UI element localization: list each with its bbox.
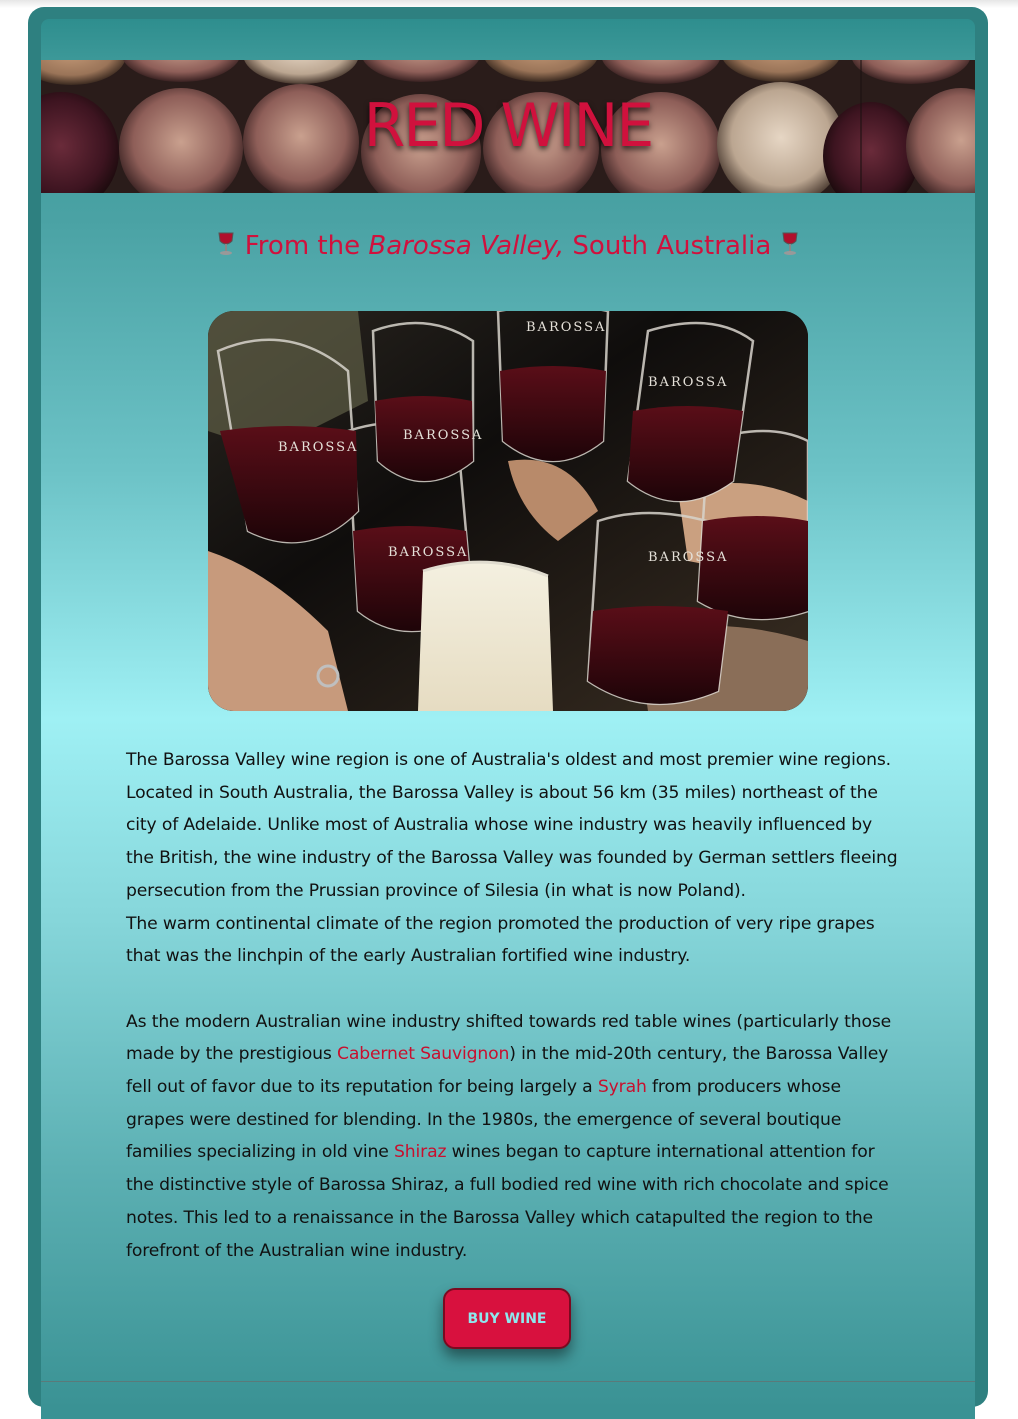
glass-label: BAROSSA (648, 550, 728, 565)
glass-label: BAROSSA (403, 428, 483, 443)
subtitle-suffix: South Australia (564, 231, 772, 261)
wine-glasses-photo: BAROSSA BAROSSA BAROSSA BAROSSA BAROSSA … (208, 311, 808, 711)
article-body: The Barossa Valley wine region is one of… (126, 744, 901, 1267)
divider (41, 1381, 975, 1382)
glass-label: BAROSSA (648, 375, 728, 390)
wine-toast-image: BAROSSA BAROSSA BAROSSA BAROSSA BAROSSA … (208, 311, 808, 711)
article-paragraph: The Barossa Valley wine region is one of… (126, 750, 898, 901)
glass-label: BAROSSA (526, 320, 606, 335)
glass-label: BAROSSA (388, 545, 468, 560)
article-paragraph: The warm continental climate of the regi… (126, 913, 875, 967)
page-title: RED WINE (363, 91, 655, 161)
wine-glass-icon (218, 232, 235, 255)
link-shiraz[interactable]: Shiraz (394, 1142, 446, 1162)
cork-banner: RED WINE (41, 60, 975, 193)
glass-label: BAROSSA (278, 440, 358, 455)
content-panel: RED WINE From the Barossa Valley, South … (41, 19, 975, 1419)
subtitle-region: Barossa Valley, (368, 231, 565, 261)
subtitle: From the Barossa Valley, South Australia (41, 226, 975, 266)
article-paragraph: As the modern Australian wine industry s… (126, 1006, 901, 1268)
buy-wine-button[interactable]: BUY WINE (443, 1288, 571, 1349)
link-cabernet-sauvignon[interactable]: Cabernet Sauvignon (337, 1044, 509, 1064)
wine-glass-icon (781, 232, 798, 255)
subtitle-prefix: From the (244, 231, 369, 261)
link-syrah[interactable]: Syrah (598, 1077, 647, 1097)
